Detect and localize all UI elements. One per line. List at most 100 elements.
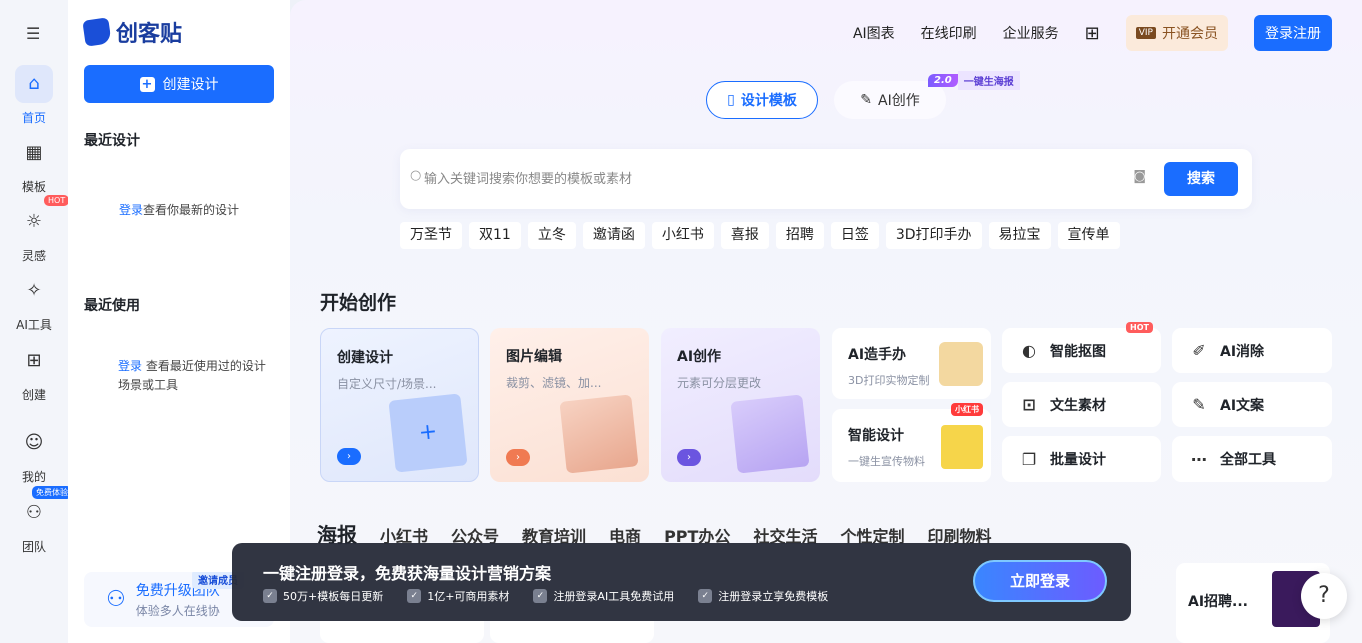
eraser-icon: ✐ (1192, 341, 1206, 360)
free-trial-badge: 免费体验 (32, 486, 72, 499)
tool-label: 文生素材 (1050, 397, 1106, 414)
rail-item-mine[interactable]: ☺ 我的 (0, 424, 68, 485)
login-link[interactable]: 登录 (118, 359, 142, 373)
layers-icon: ❐ (1021, 449, 1037, 469)
card-title: 图片编辑 (506, 349, 562, 365)
tool-batch-design[interactable]: ❐ 批量设计 (1002, 436, 1161, 482)
menu-icon[interactable]: ☰ (26, 24, 40, 43)
bullet-text: 注册登录立享免费模板 (718, 590, 829, 603)
start-create-title: 开始创作 (320, 292, 397, 314)
rail-item-team[interactable]: 免费体验 ⚇ 团队 (0, 486, 72, 555)
team-people-icon: ⚇ (106, 587, 126, 612)
tag-chip[interactable]: 3D打印手办 (885, 222, 982, 249)
card-ai-create[interactable]: AI创作 元素可分层更改 › (661, 328, 820, 482)
card-sub: 元素可分层更改 (677, 376, 762, 390)
camera-search-icon[interactable]: ◙ (1133, 169, 1146, 184)
check-icon: ✓ (533, 589, 548, 603)
tab-label: AI创作 (878, 93, 920, 109)
photo-illustration-icon (559, 394, 639, 474)
tool-all-tools[interactable]: ⋯ 全部工具 (1172, 436, 1332, 482)
hot-tags: 万圣节 双11 立冬 邀请函 小红书 喜报 招聘 日签 3D打印手办 易拉宝 宣… (400, 222, 1120, 249)
banner-bullet: ✓ 注册登录AI工具免费试用 (533, 588, 674, 604)
banner-bullets: ✓ 50万+模板每日更新 ✓ 1亿+可商用素材 ✓ 注册登录AI工具免费试用 ✓ 注册登… (263, 588, 828, 604)
rail-label: 首页 (21, 111, 46, 125)
rail-label: 灵感 (21, 249, 46, 263)
nav-ai-chart[interactable]: AI图表 (853, 23, 895, 43)
rail-item-home[interactable]: ⌂ 首页 (0, 65, 68, 126)
tag-chip[interactable]: 双11 (469, 222, 521, 249)
smart-design-thumbnail-icon (941, 425, 983, 469)
recent-use-title: 最近使用 (84, 298, 140, 314)
recent-design-title: 最近设计 (84, 133, 140, 149)
tag-chip[interactable]: 宣传单 (1057, 222, 1120, 249)
team-icon: ⚇ (25, 502, 43, 523)
pen-icon: ✎ (1192, 395, 1206, 414)
banner-bullet: ✓ 注册登录立享免费模板 (698, 588, 828, 604)
tool-label: 智能抠图 (1050, 343, 1106, 360)
check-icon: ✓ (407, 589, 422, 603)
search-bar: ○ 输入关键词搜索你想要的模板或素材 ◙ 搜索 (400, 149, 1252, 209)
card-create-design[interactable]: 创建设计 自定义尺寸/场景... + › (320, 328, 479, 482)
brand-name: 创客贴 (116, 22, 183, 47)
brand-logo[interactable]: 创客贴 (82, 16, 183, 48)
tool-text-to-asset[interactable]: ⊡ 文生素材 (1002, 382, 1161, 427)
card-ai-figure[interactable]: AI造手办 3D打印实物定制 (832, 328, 991, 399)
login-now-button[interactable]: 立即登录 (973, 560, 1107, 602)
bulb-icon: ☼ (25, 211, 43, 232)
tag-chip[interactable]: 喜报 (720, 222, 769, 249)
tag-chip[interactable]: 易拉宝 (988, 222, 1051, 249)
card-title: 创建设计 (337, 350, 393, 366)
tag-chip[interactable]: 小红书 (651, 222, 714, 249)
login-link[interactable]: 登录 (119, 203, 143, 217)
bullet-text: 注册登录AI工具免费试用 (553, 590, 675, 603)
tag-chip[interactable]: 招聘 (775, 222, 824, 249)
banner-bullet: ✓ 50万+模板每日更新 (263, 588, 383, 604)
canvas-illustration-icon: + (388, 393, 468, 473)
ai-recruit-label: AI招聘... (1188, 594, 1248, 610)
rail-item-ai-tools[interactable]: ✧ AI工具 (0, 272, 68, 333)
rail-item-template[interactable]: ▦ 模板 (0, 134, 68, 195)
tag-chip[interactable]: 万圣节 (400, 222, 462, 249)
tool-ai-eraser[interactable]: ✐ AI消除 (1172, 328, 1332, 373)
nav-enterprise[interactable]: 企业服务 (1003, 23, 1059, 43)
apps-grid-icon[interactable]: ⊞ (1085, 23, 1100, 44)
help-button[interactable]: ? (1301, 573, 1347, 619)
search-icon: ○ (410, 168, 422, 183)
version-tag: 2.0 (928, 74, 958, 87)
tag-chip[interactable]: 立冬 (527, 222, 576, 249)
card-image-edit[interactable]: 图片编辑 裁剪、滤镜、加... › (490, 328, 649, 482)
tool-smart-cutout[interactable]: HOT ◐ 智能抠图 (1002, 322, 1161, 373)
recent-design-hint: 查看你最新的设计 (143, 203, 240, 217)
poster-illustration-icon (730, 394, 810, 474)
ai-sparkle-icon: ✧ (26, 280, 42, 301)
card-sub: 裁剪、滤镜、加... (506, 376, 602, 390)
tab-design-template[interactable]: ▯ 设计模板 (706, 81, 818, 119)
tool-ai-copywriting[interactable]: ✎ AI文案 (1172, 382, 1332, 427)
rail-item-inspiration[interactable]: HOT ☼ 灵感 (0, 195, 70, 264)
vip-crown-icon: VIP (1135, 27, 1156, 39)
card-smart-design[interactable]: 智能设计 一键生宣传物料 小红书 (832, 403, 991, 482)
recent-use-empty: 登录 查看最近使用过的设计场景或工具 (84, 357, 274, 395)
search-button[interactable]: 搜索 (1164, 162, 1238, 196)
tag-chip[interactable]: 邀请函 (582, 222, 645, 249)
nav-online-print[interactable]: 在线印刷 (921, 23, 977, 43)
rail-item-create[interactable]: ⊞ 创建 (0, 342, 68, 403)
login-register-button[interactable]: 登录注册 (1254, 15, 1332, 51)
ai-pen-icon: ✎ (860, 92, 872, 108)
create-design-label: 创建设计 (162, 77, 219, 93)
arrow-right-icon: › (337, 448, 361, 465)
vip-button[interactable]: VIP 开通会员 (1125, 15, 1228, 51)
register-banner: 一键注册登录，免费获海量设计营销方案 ✓ 50万+模板每日更新 ✓ 1亿+可商用素材… (232, 543, 1131, 621)
search-input[interactable]: 输入关键词搜索你想要的模板或素材 (424, 168, 632, 187)
create-design-button[interactable]: + 创建设计 (84, 65, 274, 103)
plus-icon: + (139, 76, 155, 92)
recent-design-empty: 登录查看你最新的设计 (84, 201, 274, 220)
figure-thumbnail-icon (939, 342, 983, 386)
tab-label: 设计模板 (740, 93, 797, 109)
vip-label: 开通会员 (1162, 26, 1218, 42)
bullet-text: 1亿+可商用素材 (427, 590, 510, 603)
check-icon: ✓ (698, 589, 713, 603)
tool-label: 全部工具 (1220, 452, 1276, 468)
tool-label: AI文案 (1220, 397, 1265, 414)
tag-chip[interactable]: 日签 (830, 222, 879, 249)
